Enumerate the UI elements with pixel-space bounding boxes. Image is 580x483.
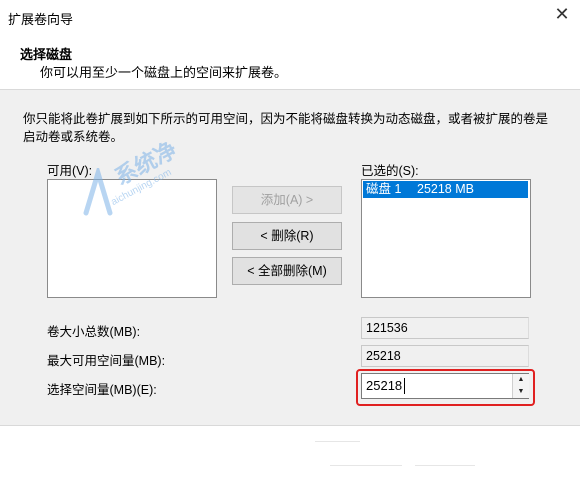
footer-line [415, 465, 475, 466]
select-space-label: 选择空间量(MB)(E): [47, 383, 157, 397]
highlight-box [356, 369, 535, 406]
page-subtitle: 你可以用至少一个磁盘上的空间来扩展卷。 [40, 65, 288, 80]
max-space-value: 25218 [361, 345, 529, 367]
remove-all-button[interactable]: < 全部删除(M) [232, 257, 342, 285]
watermark: 系统净 aichunjing.com [78, 137, 188, 230]
total-size-label: 卷大小总数(MB): [47, 325, 141, 339]
selected-listbox[interactable]: 磁盘 1 25218 MB [361, 179, 531, 298]
footer-line [330, 465, 402, 466]
max-space-label: 最大可用空间量(MB): [47, 354, 166, 368]
footer-divider [0, 425, 580, 426]
add-button[interactable]: 添加(A) > [232, 186, 342, 214]
total-size-value: 121536 [361, 317, 529, 339]
close-icon[interactable]: ✕ [552, 4, 572, 24]
window-title: 扩展卷向导 [8, 12, 74, 27]
list-item-disk: 磁盘 1 [366, 182, 402, 196]
list-item-size: 25218 MB [417, 182, 474, 196]
list-item[interactable]: 磁盘 1 25218 MB [363, 181, 528, 198]
watermark-logo-icon [83, 168, 113, 216]
remove-button[interactable]: < 删除(R) [232, 222, 342, 250]
footer-line [315, 441, 360, 442]
selected-label: 已选的(S): [361, 164, 419, 178]
page-title: 选择磁盘 [20, 47, 73, 62]
